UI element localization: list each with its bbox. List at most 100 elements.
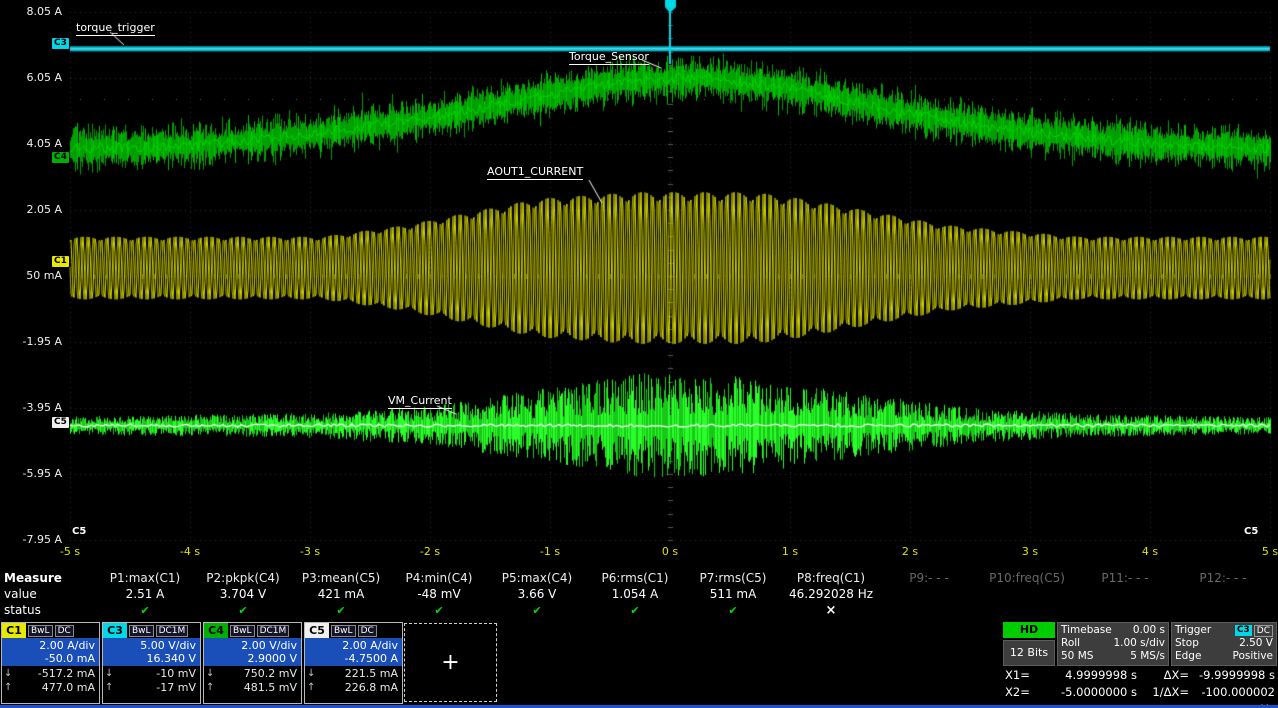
- timebase-button[interactable]: Timebase 0.00 s Roll 1.00 s/div 50 MS 5 …: [1057, 622, 1169, 666]
- trigger-label: Trigger: [1175, 624, 1211, 637]
- x-axis-label: 4 s: [1120, 545, 1180, 558]
- waveform-grid[interactable]: [0, 0, 1278, 566]
- channel-box-c4[interactable]: C4BwLDC1M2.00 V/div2.9000 V↓750.2 mV↑481…: [203, 622, 302, 704]
- coupling-badge: DC: [358, 625, 377, 637]
- channel-low-readout: ↓-10 mV: [103, 666, 200, 680]
- measure-value-p2: 3.704 V: [194, 587, 292, 601]
- hd-mode-button[interactable]: HD: [1003, 622, 1055, 638]
- y-axis-label: 4.05 A: [0, 137, 62, 150]
- sample-rate: 5 MS/s: [1130, 650, 1165, 663]
- grid-corner-label-left: C5: [72, 526, 86, 537]
- channel-box-c3[interactable]: C3BwLDC1M 5.00 V/div16.340 V↓-10 mV↑-17 m…: [102, 622, 201, 704]
- trace-label-torque-trigger[interactable]: torque_trigger: [76, 21, 155, 36]
- measure-header-p7[interactable]: P7:rms(C5): [684, 571, 782, 585]
- measure-status-p3: ✔: [292, 604, 390, 617]
- channel-position-marker-c5[interactable]: C5: [52, 417, 69, 428]
- measure-value-p4: -48 mV: [390, 587, 488, 601]
- channel-scale-offset: 2.00 A/div-4.7500 A: [305, 638, 402, 666]
- measure-header-p10[interactable]: P10:freq(C5): [978, 571, 1076, 585]
- measure-header-p3[interactable]: P3:mean(C5): [292, 571, 390, 585]
- y-axis-label: -1.95 A: [0, 335, 62, 348]
- trace-label-vm-current[interactable]: VM_Current: [388, 394, 452, 409]
- channel-high-readout: ↑477.0 mA: [2, 680, 99, 694]
- grid-corner-label-right: C5: [1244, 526, 1258, 537]
- measure-header-p11[interactable]: P11:- - -: [1076, 571, 1174, 585]
- measure-row-label: Measure: [4, 571, 96, 585]
- measure-header-p1[interactable]: P1:max(C1): [96, 571, 194, 585]
- channel-scale-offset: 2.00 A/div-50.0 mA: [2, 638, 99, 666]
- channel-low-readout: ↓221.5 mA: [305, 666, 402, 680]
- measure-header-p9[interactable]: P9:- - -: [880, 571, 978, 585]
- channel-position-marker-c1[interactable]: C1: [52, 256, 69, 267]
- measure-header-p4[interactable]: P4:min(C4): [390, 571, 488, 585]
- measure-header-p5[interactable]: P5:max(C4): [488, 571, 586, 585]
- down-arrow-icon: ↓: [4, 667, 12, 680]
- coupling-badge: DC1M: [156, 625, 189, 637]
- channel-header: C1BwLDC: [2, 623, 99, 638]
- up-arrow-icon: ↑: [206, 681, 214, 694]
- down-arrow-icon: ↓: [105, 667, 113, 680]
- measure-status-p1: ✔: [96, 604, 194, 617]
- y-axis-label: -3.95 A: [0, 401, 62, 414]
- channel-position-marker-c4[interactable]: C4: [52, 152, 69, 163]
- trigger-level: 2.50 V: [1239, 637, 1273, 650]
- down-arrow-icon: ↓: [307, 667, 315, 680]
- oscilloscope-screen: 8.05 A6.05 A4.05 A2.05 A50 mA-1.95 A-3.9…: [0, 0, 1278, 708]
- channel-scale: 5.00 V/div: [105, 639, 196, 652]
- measure-header-p12[interactable]: P12:- - -: [1174, 571, 1272, 585]
- x-axis-label: 1 s: [760, 545, 820, 558]
- timebase-label: Timebase: [1061, 624, 1112, 637]
- y-axis-label: 2.05 A: [0, 203, 62, 216]
- bandwidth-limit-badge: BwL: [129, 625, 154, 637]
- measure-value-p7: 511 mA: [684, 587, 782, 601]
- measure-value-p6: 1.054 A: [586, 587, 684, 601]
- bandwidth-limit-badge: BwL: [331, 625, 356, 637]
- y-axis-label: -5.95 A: [0, 467, 62, 480]
- channel-offset: -4.7500 A: [307, 652, 398, 665]
- channel-box-c1[interactable]: C1BwLDC2.00 A/div-50.0 mA↓-517.2 mA↑477.…: [1, 622, 100, 704]
- trigger-type: Edge: [1175, 650, 1201, 663]
- x-axis-label: -5 s: [40, 545, 100, 558]
- sample-count: 50 MS: [1061, 650, 1093, 663]
- coupling-badge: DC: [55, 625, 74, 637]
- measure-status-p5: ✔: [488, 604, 586, 617]
- measure-header-p6[interactable]: P6:rms(C1): [586, 571, 684, 585]
- channel-id-badge[interactable]: C5: [305, 623, 329, 638]
- channel-offset: 16.340 V: [105, 652, 196, 665]
- adc-bits-indicator[interactable]: 12 Bits: [1003, 640, 1055, 666]
- bandwidth-limit-badge: BwL: [28, 625, 53, 637]
- channel-box-c5[interactable]: C5BwLDC2.00 A/div-4.7500 A↓221.5 mA↑226.…: [304, 622, 403, 704]
- measure-status-p4: ✔: [390, 604, 488, 617]
- acq-mode: Roll: [1061, 637, 1080, 650]
- channel-high-readout: ↑-17 mV: [103, 680, 200, 694]
- measure-status-p7: ✔: [684, 604, 782, 617]
- timebase-delay: 0.00 s: [1133, 624, 1165, 637]
- measure-header-p2[interactable]: P2:pkpk(C4): [194, 571, 292, 585]
- channel-scale: 2.00 A/div: [4, 639, 95, 652]
- channel-id-badge[interactable]: C1: [2, 623, 26, 638]
- channel-id-badge[interactable]: C3: [103, 623, 127, 638]
- measure-header-p8[interactable]: P8:freq(C1): [782, 571, 880, 585]
- plus-icon: +: [441, 650, 459, 675]
- cursor-readout: X1= 4.9999998 s ΔX= -9.9999998 s X2= -5.…: [1005, 667, 1275, 708]
- measure-status-p2: ✔: [194, 604, 292, 617]
- dx-value: -9.9999998 s: [1189, 667, 1275, 684]
- x-axis-label: -1 s: [520, 545, 580, 558]
- channel-position-marker-c3[interactable]: C3: [52, 38, 69, 49]
- x-axis-label: 2 s: [880, 545, 940, 558]
- trigger-source-badge: C3: [1235, 625, 1252, 636]
- add-trace-box[interactable]: +: [404, 623, 497, 702]
- channel-low-readout: ↓-517.2 mA: [2, 666, 99, 680]
- trace-label-torque-sensor[interactable]: Torque_Sensor: [569, 50, 649, 65]
- channel-offset: 2.9000 V: [206, 652, 297, 665]
- channel-id-badge[interactable]: C4: [204, 623, 228, 638]
- trigger-coupling-badge: DC: [1254, 625, 1273, 637]
- measure-status-p6: ✔: [586, 604, 684, 617]
- x-axis-label: -4 s: [160, 545, 220, 558]
- channel-scale: 2.00 V/div: [206, 639, 297, 652]
- trigger-slope: Positive: [1233, 650, 1273, 663]
- trigger-button[interactable]: Trigger C3 DC Stop 2.50 V Edge Positive: [1171, 622, 1277, 666]
- x-axis-label: -2 s: [400, 545, 460, 558]
- trace-label-aout1-current[interactable]: AOUT1_CURRENT: [487, 165, 583, 180]
- measure-value-p1: 2.51 A: [96, 587, 194, 601]
